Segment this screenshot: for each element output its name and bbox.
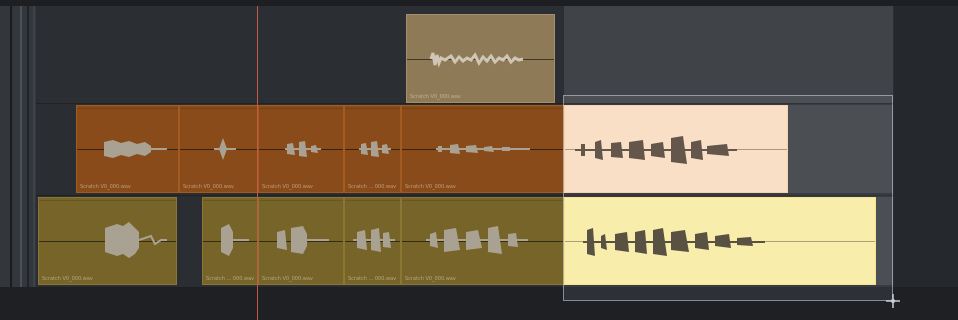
timeline-clip-audio-2[interactable]: Scratch V0_000.wav bbox=[258, 197, 344, 285]
clip-name: Scratch V0_000.wav bbox=[262, 184, 313, 190]
crosshair-cursor-icon bbox=[886, 294, 900, 308]
marquee-selection[interactable] bbox=[563, 95, 893, 301]
timeline-panel: Scratch V0_000.wav Scratch V0_000.wav Sc… bbox=[0, 0, 958, 320]
gutter-divider bbox=[33, 6, 35, 287]
audio-waveform bbox=[105, 222, 167, 258]
clip-name: Scratch V0_000.wav bbox=[183, 184, 234, 190]
timeline-clip-audio-2[interactable]: Scratch V0_000.wav bbox=[38, 197, 177, 285]
clip-name: Scratch V0_000.wav bbox=[42, 276, 93, 282]
timeline-clip-audio-1[interactable]: Scratch ... 000.wav bbox=[344, 105, 401, 193]
timeline-clip-audio-2[interactable]: Scratch ... 000.wav bbox=[202, 197, 258, 285]
clip-name: Scratch V0_000.wav bbox=[410, 94, 461, 100]
clip-name: Scratch V0_000.wav bbox=[405, 184, 456, 190]
timeline-clip-audio-1[interactable]: Scratch V0_000.wav bbox=[179, 105, 258, 193]
gutter-divider bbox=[10, 6, 12, 287]
gutter-divider bbox=[27, 6, 29, 287]
audio-waveform bbox=[353, 228, 395, 252]
timeline-clip-audio-1[interactable]: Scratch V0_000.wav bbox=[258, 105, 344, 193]
timeline-clip-audio-1[interactable]: Scratch V0_000.wav bbox=[401, 105, 564, 193]
playhead[interactable] bbox=[257, 6, 258, 320]
audio-waveform bbox=[277, 226, 329, 254]
timeline-clip-video[interactable]: Scratch V0_000.wav bbox=[406, 14, 555, 103]
audio-waveform bbox=[359, 141, 391, 157]
audio-waveform bbox=[104, 140, 167, 158]
audio-waveform bbox=[214, 138, 236, 160]
clip-name: Scratch ... 000.wav bbox=[348, 276, 397, 282]
audio-waveform bbox=[221, 224, 249, 256]
timeline-clip-audio-1[interactable]: Scratch V0_000.wav bbox=[76, 105, 179, 193]
clip-name: Scratch V0_000.wav bbox=[80, 184, 131, 190]
clip-name: Scratch ... 000.wav bbox=[348, 184, 397, 190]
audio-waveform bbox=[285, 141, 321, 157]
audio-waveform bbox=[426, 226, 528, 254]
clip-name: Scratch V0_000.wav bbox=[405, 276, 456, 282]
audio-waveform bbox=[436, 144, 530, 154]
timeline-clip-audio-2[interactable]: Scratch ... 000.wav bbox=[344, 197, 401, 285]
track-header-gutter bbox=[0, 6, 36, 287]
clip-name: Scratch ... 000.wav bbox=[206, 276, 255, 282]
timeline-clip-audio-2[interactable]: Scratch V0_000.wav bbox=[401, 197, 564, 285]
timeline-empty-area bbox=[894, 6, 958, 287]
clip-name: Scratch V0_000.wav bbox=[262, 276, 313, 282]
audio-waveform bbox=[429, 52, 524, 68]
selection-empty-region bbox=[564, 6, 893, 103]
gutter-divider bbox=[20, 6, 22, 287]
